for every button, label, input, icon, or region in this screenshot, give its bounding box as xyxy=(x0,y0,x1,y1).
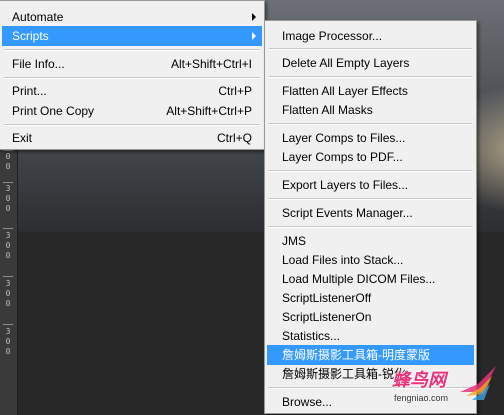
ruler-label: 0 xyxy=(5,204,11,213)
watermark-url: fengniao.com xyxy=(394,393,449,403)
submenu-arrow-icon xyxy=(252,13,256,21)
menu-item-delete-all-empty-layers[interactable]: Delete All Empty Layers xyxy=(267,53,474,73)
menu-separator xyxy=(269,123,472,125)
menu-item-shortcut: Alt+Shift+Ctrl+I xyxy=(170,57,252,71)
ruler-label: 0 xyxy=(5,152,11,161)
menu-item-scriptlistener-on[interactable]: ScriptListenerOn xyxy=(267,307,474,327)
menu-separator xyxy=(269,198,472,200)
menu-item-shortcut: Ctrl+P xyxy=(218,84,252,98)
ruler-tick xyxy=(3,150,13,151)
ruler-label: 3 xyxy=(5,184,11,193)
menu-item-flatten-all-layer-effects[interactable]: Flatten All Layer Effects xyxy=(267,81,474,101)
menu-item-load-files-into-stack[interactable]: Load Files into Stack... xyxy=(267,250,474,270)
menu-item-label: File Info... xyxy=(12,57,65,71)
menu-item-label: Load Multiple DICOM Files... xyxy=(282,272,436,286)
menu-item-label: JMS xyxy=(282,234,306,248)
menu-item-label: Script Events Manager... xyxy=(282,206,413,220)
ruler-label: 0 xyxy=(5,251,11,260)
ruler-label: 0 xyxy=(5,162,11,171)
menu-item-image-processor[interactable]: Image Processor... xyxy=(267,26,474,46)
menu-separator xyxy=(4,49,260,51)
ruler-label: 0 xyxy=(5,347,11,356)
menu-item-exit[interactable]: Exit Ctrl+Q xyxy=(2,128,262,148)
watermark-logo: 蜂鸟网 fengniao.com xyxy=(386,362,504,415)
scripts-submenu: Image Processor... Delete All Empty Laye… xyxy=(264,20,477,414)
ruler-label: 0 xyxy=(5,194,11,203)
ruler-label: 3 xyxy=(5,327,11,336)
menu-item-label: Load Files into Stack... xyxy=(282,253,404,267)
menu-item-shortcut: Ctrl+Q xyxy=(216,131,252,145)
menu-item-statistics[interactable]: Statistics... xyxy=(267,326,474,346)
ruler-label: 0 xyxy=(5,299,11,308)
menu-separator xyxy=(269,48,472,50)
menu-item-scriptlistener-off[interactable]: ScriptListenerOff xyxy=(267,288,474,308)
menu-item-label: Delete All Empty Layers xyxy=(282,56,410,70)
menu-separator xyxy=(269,170,472,172)
menu-separator xyxy=(4,77,260,79)
menu-item-print[interactable]: Print... Ctrl+P xyxy=(2,81,262,101)
menu-separator xyxy=(269,226,472,228)
menu-item-label: Layer Comps to PDF... xyxy=(282,150,403,164)
submenu-arrow-icon xyxy=(252,32,256,40)
ruler-label: 0 xyxy=(5,289,11,298)
ruler-label: 0 xyxy=(5,241,11,250)
menu-item-load-multiple-dicom-files[interactable]: Load Multiple DICOM Files... xyxy=(267,269,474,289)
menu-item-file-info[interactable]: File Info... Alt+Shift+Ctrl+I xyxy=(2,54,262,74)
menu-item-label: ScriptListenerOn xyxy=(282,310,372,324)
ruler-label: 3 xyxy=(5,279,11,288)
menu-separator xyxy=(4,124,260,126)
menu-item-label: Flatten All Masks xyxy=(282,103,373,117)
menu-item-layer-comps-to-files[interactable]: Layer Comps to Files... xyxy=(267,128,474,148)
menu-item-label: Print One Copy xyxy=(12,104,95,118)
menu-item-label: Flatten All Layer Effects xyxy=(282,84,408,98)
hummingbird-icon xyxy=(460,366,496,400)
menu-item-label: ScriptListenerOff xyxy=(282,291,372,305)
ruler-tick xyxy=(3,324,13,325)
menu-item-label: Automate xyxy=(12,10,64,24)
menu-item-script-events-manager[interactable]: Script Events Manager... xyxy=(267,203,474,223)
menu-item-shortcut: Alt+Shift+Ctrl+P xyxy=(166,104,252,118)
menu-item-label: Exit xyxy=(12,131,33,145)
menu-item-print-one-copy[interactable]: Print One Copy Alt+Shift+Ctrl+P xyxy=(2,101,262,121)
menu-item-label: Scripts xyxy=(12,29,49,43)
menu-item-layer-comps-to-pdf[interactable]: Layer Comps to PDF... xyxy=(267,147,474,167)
menu-item-label: Layer Comps to Files... xyxy=(282,131,406,145)
menu-item-flatten-all-masks[interactable]: Flatten All Masks xyxy=(267,100,474,120)
file-menu: Automate Scripts File Info... Alt+Shift+… xyxy=(0,0,265,150)
menu-item-export-layers-to-files[interactable]: Export Layers to Files... xyxy=(267,175,474,195)
menu-item-label: Image Processor... xyxy=(282,29,383,43)
menu-item-scripts[interactable]: Scripts xyxy=(2,26,262,46)
menu-item-label: Export Layers to Files... xyxy=(282,178,409,192)
menu-item-label: Print... xyxy=(12,84,47,98)
watermark-title: 蜂鸟网 xyxy=(392,370,446,391)
ruler-label: 3 xyxy=(5,231,11,240)
ruler-tick xyxy=(3,276,13,277)
menu-item-label: Statistics... xyxy=(282,329,341,343)
menu-item-label: Browse... xyxy=(282,395,333,409)
ruler-tick xyxy=(3,182,13,183)
menu-separator xyxy=(269,76,472,78)
ruler-tick xyxy=(3,228,13,229)
ruler-label: 0 xyxy=(5,337,11,346)
menu-item-automate[interactable]: Automate xyxy=(2,7,262,27)
menu-item-jms[interactable]: JMS xyxy=(267,231,474,251)
